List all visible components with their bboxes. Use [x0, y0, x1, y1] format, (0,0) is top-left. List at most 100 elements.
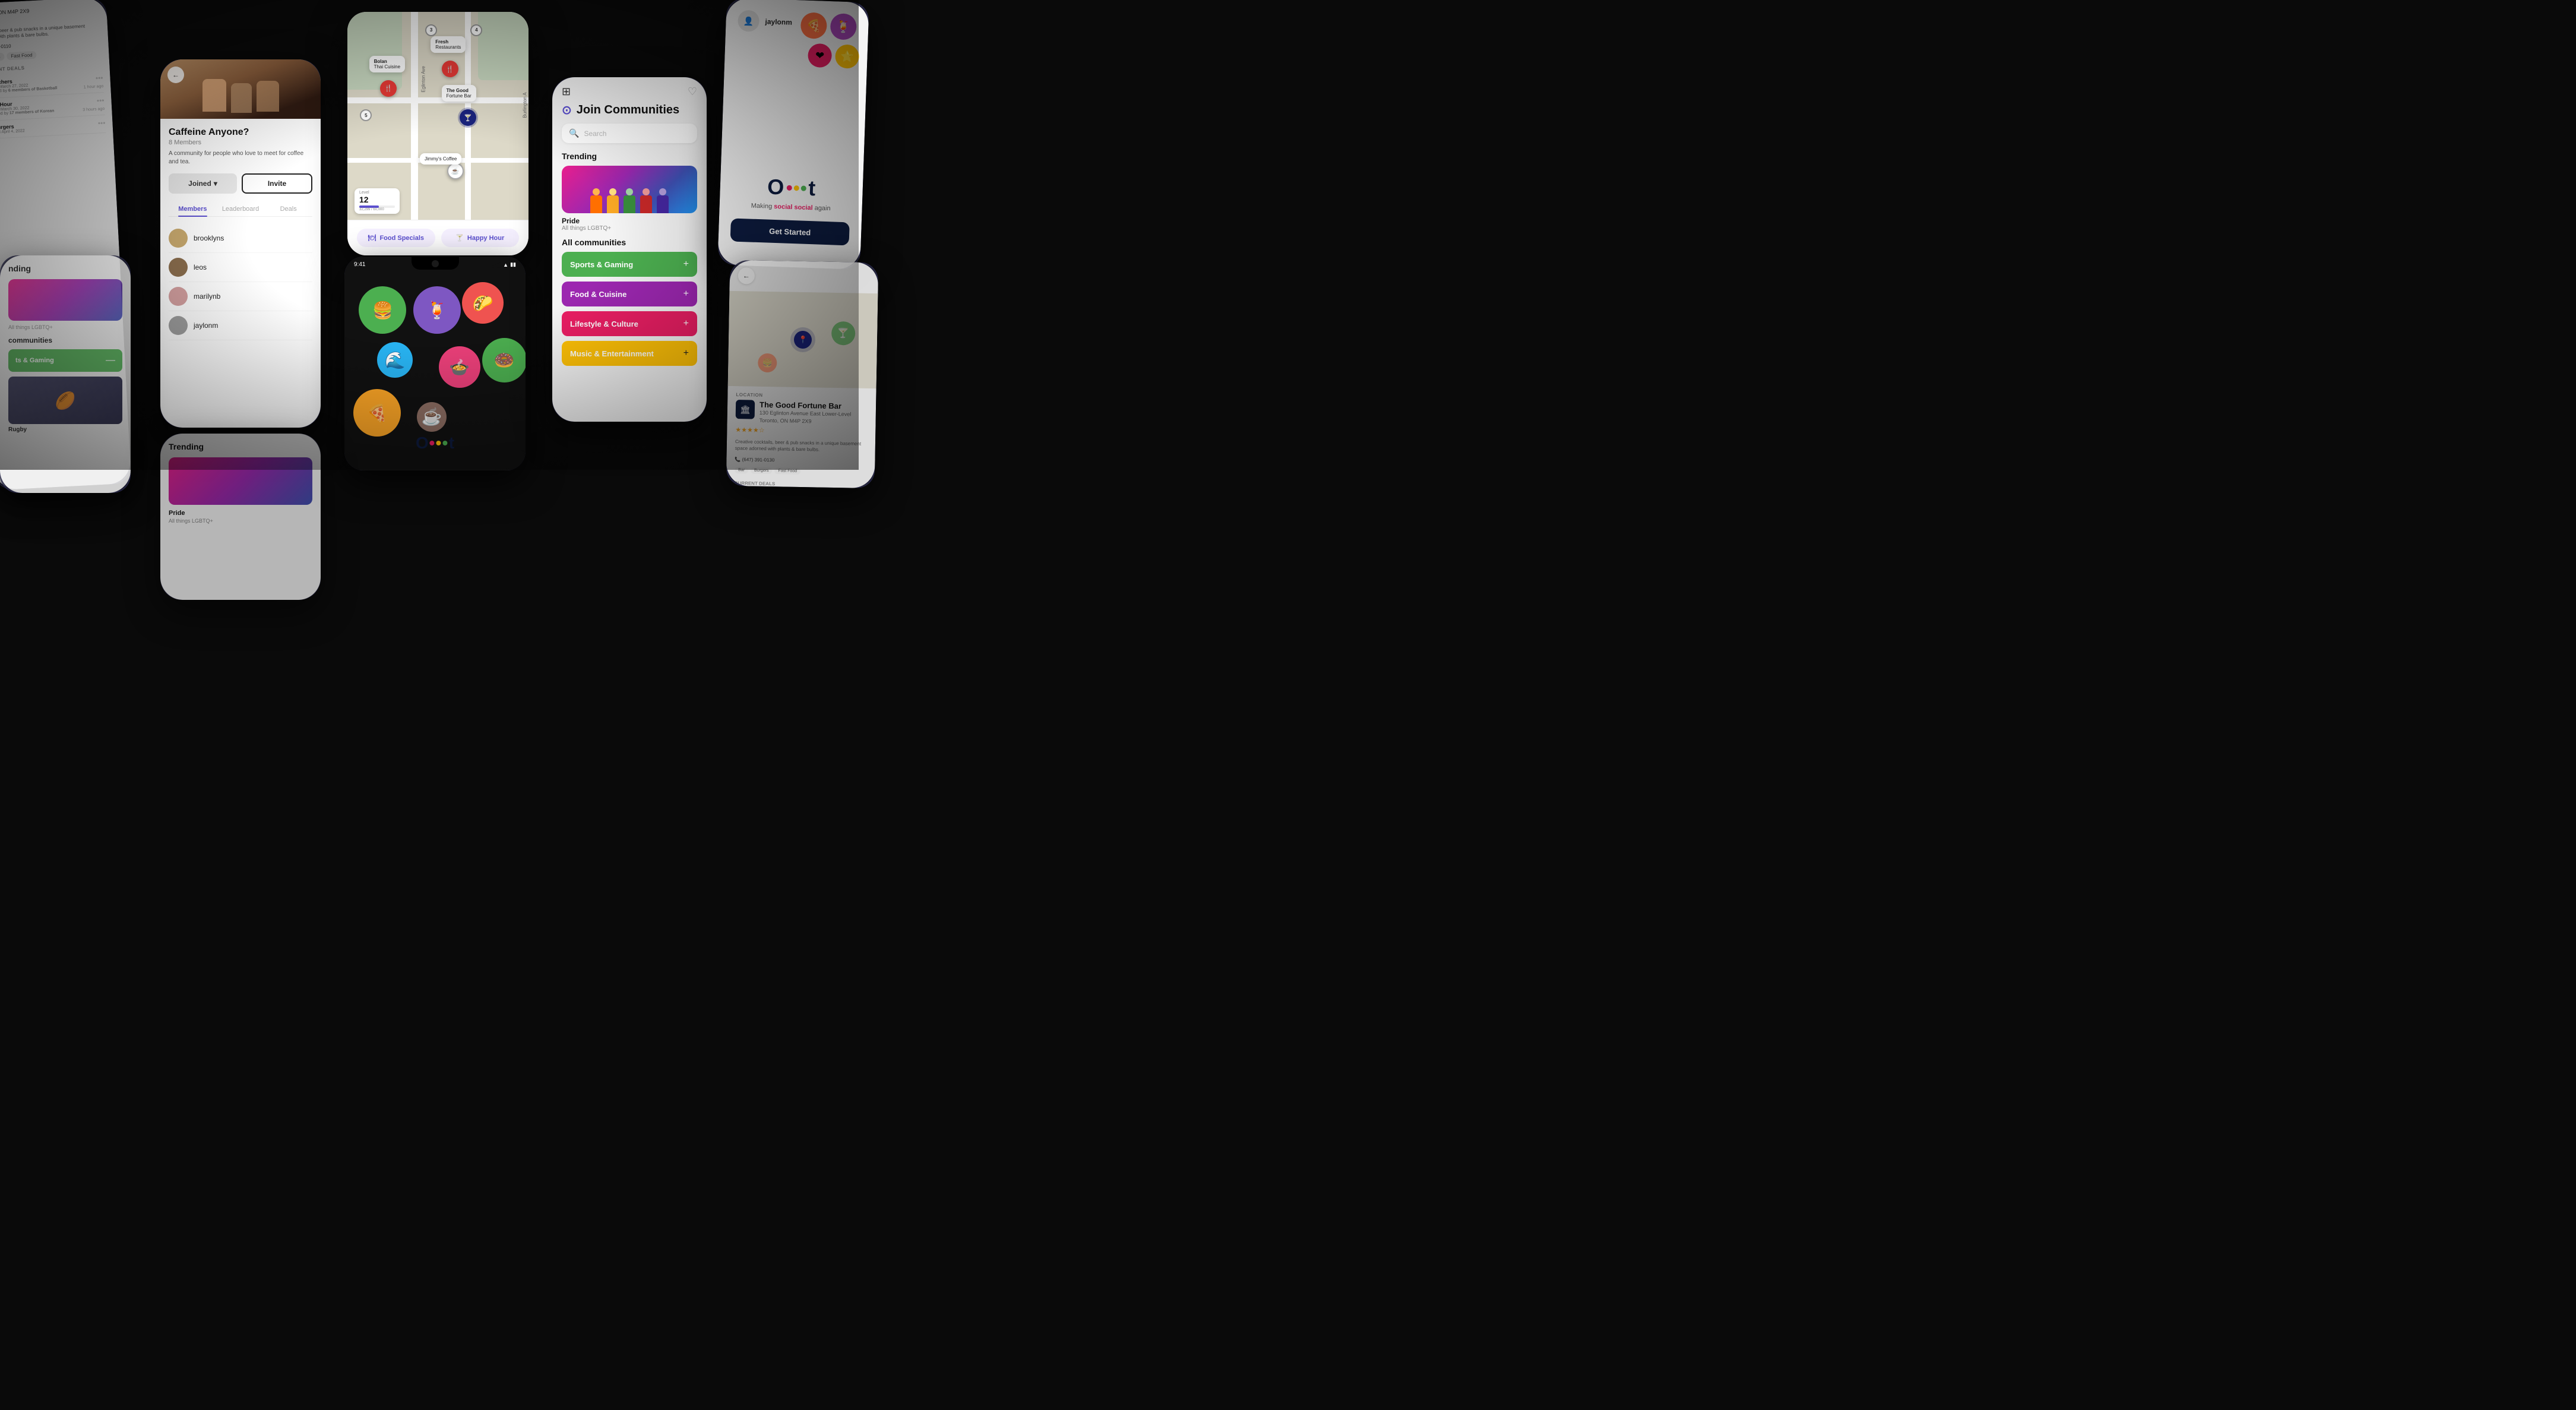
search-bar[interactable]: 🔍 Search: [562, 124, 697, 143]
map-popup-goodfortune: The Good Fortune Bar: [442, 85, 476, 102]
member-item-brooklyns: brooklyns: [169, 224, 312, 253]
p9-trending: nding: [8, 264, 122, 273]
wifi-icon: ▲: [503, 262, 508, 268]
joined-label: Joined: [188, 179, 211, 188]
community-tabs: Members Leaderboard Deals: [169, 202, 312, 217]
rugby-emoji: 🏉: [55, 391, 76, 410]
heart-icon[interactable]: ♡: [688, 86, 697, 98]
oot-dot-green: [443, 441, 448, 445]
phone2-content: ← Caffeine Anyone? 8 Members A community…: [160, 59, 321, 428]
map-pin-goodfortune[interactable]: 🍸: [460, 109, 476, 126]
bubble-donut[interactable]: 🍩: [482, 338, 526, 382]
person-3: [622, 188, 637, 213]
bubble-wave[interactable]: 🌊: [377, 342, 413, 378]
heart-bubble: ❤: [808, 43, 832, 68]
community-description: A community for people who love to meet …: [169, 150, 312, 166]
pride-trending-image: [562, 166, 697, 213]
community-food-cuisine[interactable]: Food & Cuisine +: [562, 282, 697, 306]
oot-tagline: Making social social again: [751, 203, 831, 213]
p1-deal-1-menu[interactable]: •••: [96, 74, 103, 83]
music-entertainment-plus-icon: +: [683, 348, 689, 359]
lifestyle-culture-label: Lifestyle & Culture: [570, 320, 638, 328]
status-icons: ▲ ▮▮: [492, 261, 516, 268]
map-pin-jimmys[interactable]: ☕: [447, 163, 464, 179]
bubble-coffee[interactable]: ☕: [417, 402, 447, 432]
oot-brand-dots: [786, 185, 806, 191]
p1-deal-3-menu[interactable]: •••: [98, 119, 106, 128]
p1-tags: Burgers Fast Food: [0, 48, 102, 62]
oot-brand: O t Making social social again Get Start…: [730, 173, 852, 257]
bubble-pizza[interactable]: 🍕: [353, 389, 401, 437]
member-avatar-jaylonm: [169, 316, 188, 335]
phone2-body: Caffeine Anyone? 8 Members A community f…: [160, 119, 321, 428]
p9-sports-bar[interactable]: ts & Gaming —: [8, 349, 122, 372]
tab-members[interactable]: Members: [169, 202, 217, 216]
music-entertainment-label: Music & Entertainment: [570, 349, 654, 358]
member-avatar-marilynb: [169, 287, 188, 306]
p2-back-button[interactable]: ←: [167, 67, 184, 83]
members-count: 8 Members: [169, 139, 312, 146]
p9-rugby-label: Rugby: [8, 426, 122, 433]
people-silhouette: [562, 166, 697, 213]
food-specials-button[interactable]: 🍽 Food Specials: [357, 229, 435, 247]
get-started-button[interactable]: Get Started: [730, 218, 850, 245]
pizza-bubble: 🍕: [800, 12, 828, 39]
bubble-soup[interactable]: 🍲: [439, 346, 480, 388]
tab-deals[interactable]: Deals: [264, 202, 312, 216]
map-popup-jimmys: Jimmy's Coffee: [420, 153, 461, 165]
phone-brand: 👤 jaylonm 🍕 🍹 ❤ ⭐ O: [717, 0, 869, 270]
map-badge-3: 3: [425, 24, 437, 36]
p9-lgbtq: All things LGBTQ+: [8, 324, 122, 330]
community-music-entertainment[interactable]: Music & Entertainment +: [562, 341, 697, 366]
bubble-burger[interactable]: 🍔: [359, 286, 406, 334]
map-pin-fresh[interactable]: 🍴: [442, 61, 458, 77]
p9-sports-label: ts & Gaming: [15, 357, 54, 364]
map-green-1: [347, 12, 402, 90]
phone-trending-bottom: Trending Pride All things LGBTQ+: [160, 434, 321, 600]
happy-hour-label: Happy Hour: [467, 235, 504, 242]
user-avatar: 👤: [738, 10, 759, 32]
join-communities-title: ⊙ Join Communities: [552, 103, 707, 124]
map-road-v1: [411, 12, 418, 255]
phone2-header-image: ←: [160, 59, 321, 119]
chevron-down-icon: ▾: [214, 179, 217, 188]
star-bubble: ⭐: [835, 44, 859, 68]
member-item-jaylonm: jaylonm: [169, 311, 312, 340]
map-pin-bolan[interactable]: 🍴: [380, 80, 397, 97]
back-button-venue[interactable]: ←: [738, 267, 755, 284]
food-specials-label: Food Specials: [379, 235, 424, 242]
joined-button[interactable]: Joined ▾: [169, 173, 237, 194]
bubble-cocktail[interactable]: 🍹: [413, 286, 461, 334]
username: jaylonm: [765, 17, 792, 27]
scene: Toronto, ON M4P 2X9 ★★★☆ cocktails, beer…: [0, 0, 859, 470]
bubble-taco[interactable]: 🌮: [462, 282, 504, 324]
member-name-brooklyns: brooklyns: [194, 234, 224, 242]
map-action-buttons: 🍽 Food Specials 🍸 Happy Hour: [347, 220, 529, 255]
phone6-top-bar: ⊞ ♡: [552, 77, 707, 103]
person-2: [606, 188, 620, 213]
category-bubbles-row2: ❤ ⭐: [808, 43, 859, 69]
cocktail-icon: 🍸: [455, 234, 464, 242]
grid-icon[interactable]: ⊞: [562, 86, 571, 98]
signal-icon: [492, 262, 501, 268]
community-name: Caffeine Anyone?: [169, 127, 312, 138]
happy-hour-button[interactable]: 🍸 Happy Hour: [441, 229, 520, 247]
action-buttons: Joined ▾ Invite: [169, 173, 312, 194]
venue-address: 130 Eglinton Avenue East Lower-LevelToro…: [759, 409, 852, 426]
member-list: brooklyns leos marilynb jaylonm: [169, 224, 312, 340]
pride-caption: Pride All things LGBTQ+: [552, 217, 707, 232]
p9-pride-img: [8, 279, 122, 321]
brand-dot-green: [800, 185, 806, 191]
community-sports-gaming[interactable]: Sports & Gaming +: [562, 252, 697, 277]
p1-deal-2-menu[interactable]: •••: [97, 96, 105, 105]
map-popup-fresh: Fresh Restaurants: [431, 36, 466, 53]
community-lifestyle-culture[interactable]: Lifestyle & Culture +: [562, 311, 697, 336]
invite-button[interactable]: Invite: [242, 173, 312, 194]
tab-leaderboard[interactable]: Leaderboard: [217, 202, 265, 216]
phone-map: 3 4 5 Eglinton Ave Burlington A 🍴 Bolan …: [347, 12, 529, 255]
battery-icon: ▮▮: [510, 261, 516, 268]
tagline-social-2: social: [794, 204, 813, 211]
member-avatar-leos: [169, 258, 188, 277]
oot-dots: [430, 441, 448, 445]
map-label-eglinton: Eglinton Ave: [421, 66, 426, 92]
